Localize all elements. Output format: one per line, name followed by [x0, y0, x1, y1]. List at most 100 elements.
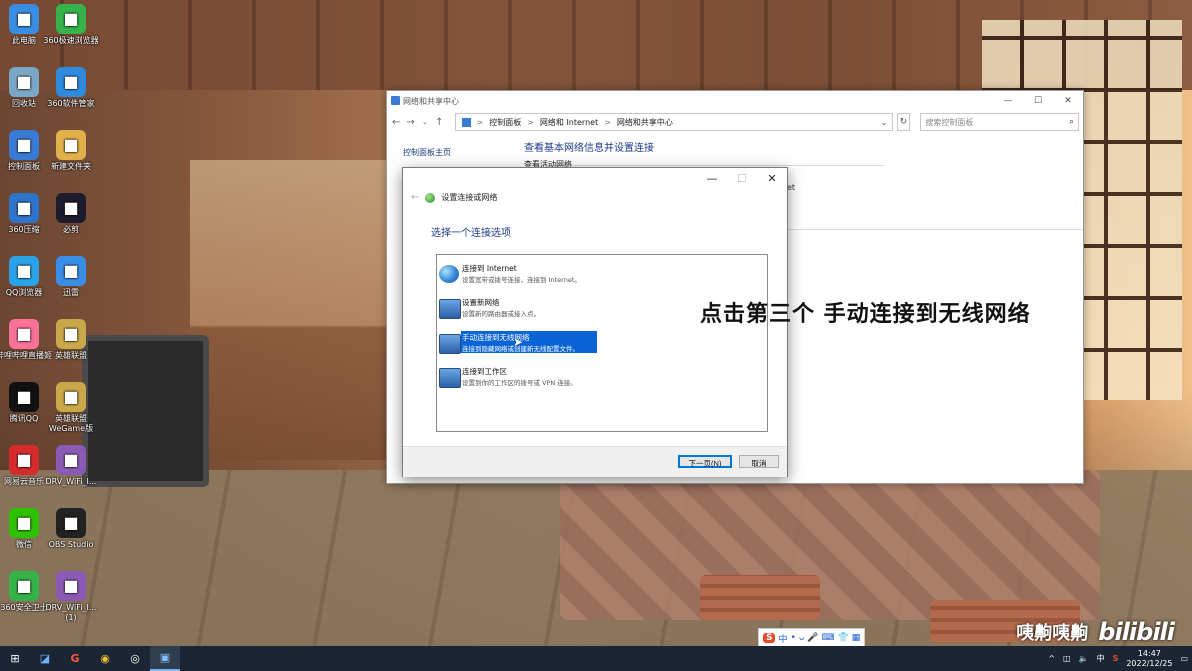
- desktop-icon[interactable]: ■ 新建文件夹: [41, 130, 101, 172]
- ime-item[interactable]: 中: [778, 632, 787, 645]
- left-pane-home-link[interactable]: 控制面板主页: [403, 147, 451, 158]
- windows-start-icon[interactable]: ⊞: [0, 646, 30, 671]
- control-panel-icon: ■: [9, 130, 39, 160]
- software-manager-icon: ■: [56, 67, 86, 97]
- toolbox-icon[interactable]: ▦: [852, 633, 861, 643]
- dialog-window-title: 设置连接或网络: [441, 193, 498, 202]
- sogou-tray-icon[interactable]: S: [1113, 654, 1119, 663]
- control-panel-task-icon[interactable]: ▣: [150, 646, 180, 671]
- watermark-author: 咦齁咦齁: [1016, 623, 1089, 644]
- sogou-ime-icon[interactable]: S: [763, 633, 776, 643]
- recent-chevron-icon[interactable]: ⌄: [420, 118, 430, 126]
- folder-icon: ■: [56, 130, 86, 160]
- chrome-icon[interactable]: ◉: [90, 646, 120, 671]
- option-desc: 设置新的路由器或接入点。: [462, 310, 540, 318]
- desktop-icon[interactable]: ■ 迅雷: [41, 256, 101, 298]
- desktop-icon[interactable]: ■ 360极速浏览器: [41, 4, 101, 46]
- clock-date: 2022/12/25: [1126, 658, 1173, 668]
- desktop-icon[interactable]: ■ DRV_WiFi_I...: [41, 445, 101, 487]
- dialog-controls: — ☐ ✕: [697, 168, 787, 188]
- obs-task-icon[interactable]: ◎: [120, 646, 150, 671]
- breadcrumb-separator: >: [604, 117, 611, 127]
- back-arrow-icon[interactable]: ←: [411, 192, 419, 203]
- lol-icon: ■: [56, 319, 86, 349]
- bg-titlebar[interactable]: 网络和共享中心 — ☐ ✕: [387, 91, 1083, 111]
- cancel-button[interactable]: 取消: [739, 455, 779, 468]
- security-guard-icon: ■: [9, 571, 39, 601]
- option-new-network[interactable]: 设置新网络 设置新的路由器或接入点。: [439, 297, 597, 319]
- task-app-icon[interactable]: ◪: [30, 646, 60, 671]
- skin-icon[interactable]: 👕: [838, 633, 849, 643]
- desktop-icon-label: 控制面板: [8, 162, 40, 171]
- tray-chevron-icon[interactable]: ^: [1048, 654, 1055, 663]
- dialog-footer: 下一页(N) 取消: [403, 446, 787, 477]
- breadcrumb-control-panel[interactable]: 控制面板: [489, 117, 521, 128]
- address-dropdown-icon[interactable]: ⌄: [881, 118, 888, 127]
- forward-arrow-icon[interactable]: →: [405, 117, 415, 128]
- desktop-icon[interactable]: ■ 英雄联盟: [41, 319, 101, 361]
- option-title: 连接到 Internet: [462, 264, 517, 273]
- breadcrumb-sharing-center[interactable]: 网络和共享中心: [617, 117, 673, 128]
- minimize-icon[interactable]: —: [697, 168, 727, 188]
- partial-text-right: et: [787, 183, 796, 192]
- browser-icon: ■: [56, 4, 86, 34]
- desktop-icon-label: 新建文件夹: [51, 162, 91, 171]
- ime-tray-label[interactable]: 中: [1097, 653, 1105, 664]
- winrar-icon: ■: [56, 445, 86, 475]
- wallpaper-kitchen: [190, 160, 390, 460]
- desktop-icon[interactable]: ■ DRV_WiFi_I...(1): [41, 571, 101, 623]
- bilibili-watermark: 咦齁咦齁 bilibili: [1016, 618, 1175, 646]
- ime-toolbar[interactable]: S 中 • ᴗ 🎤 ⌨ 👕 ▦: [758, 628, 866, 648]
- desktop-icon-label: 英雄联盟: [55, 351, 87, 360]
- refresh-icon[interactable]: ↻: [896, 113, 911, 131]
- globe-icon: [439, 265, 459, 283]
- next-button[interactable]: 下一页(N): [678, 455, 732, 468]
- notification-icon[interactable]: ▭: [1180, 654, 1188, 663]
- option-title: 连接到工作区: [462, 367, 507, 376]
- minimize-icon[interactable]: —: [993, 91, 1023, 111]
- address-bar[interactable]: > 控制面板 > 网络和 Internet > 网络和共享中心 ⌄: [454, 113, 893, 131]
- up-arrow-icon[interactable]: ↑: [434, 117, 444, 128]
- network-tray-icon[interactable]: ◫: [1063, 654, 1071, 663]
- maximize-icon[interactable]: ☐: [1023, 91, 1053, 111]
- option-connect-internet[interactable]: 连接到 Internet 设置宽带或拨号连接，连接到 Internet。: [439, 263, 597, 285]
- back-arrow-icon[interactable]: ←: [391, 117, 401, 128]
- desktop-icon[interactable]: ■ 360软件管家: [41, 67, 101, 109]
- workplace-icon: [439, 368, 461, 388]
- ime-item[interactable]: ᴗ: [799, 633, 805, 643]
- close-icon[interactable]: ✕: [757, 168, 787, 188]
- wegame-icon: ■: [56, 382, 86, 412]
- xunlei-icon: ■: [56, 256, 86, 286]
- wallpaper-cushion: [700, 575, 820, 620]
- breadcrumb-network-internet[interactable]: 网络和 Internet: [540, 117, 598, 128]
- g-app-icon[interactable]: G: [60, 646, 90, 671]
- clock[interactable]: 14:47 2022/12/25: [1126, 649, 1172, 669]
- router-icon: [439, 299, 461, 319]
- close-icon[interactable]: ✕: [1053, 91, 1083, 111]
- address-row: ← → ⌄ ↑ > 控制面板 > 网络和 Internet > 网络和共享中心 …: [387, 111, 1083, 133]
- desktop-icon-label: 此电脑: [12, 36, 36, 45]
- microphone-icon[interactable]: 🎤: [807, 633, 818, 643]
- desktop-icon[interactable]: ■ 英雄联盟 WeGame版: [41, 382, 101, 434]
- search-input[interactable]: 搜索控制面板 ⌕: [920, 113, 1079, 131]
- desktop-icon-label: 迅雷: [63, 288, 79, 297]
- control-panel-small-icon: [461, 117, 471, 127]
- desktop-icon-label: 回收站: [12, 99, 36, 108]
- dialog-header: ← 设置连接或网络: [411, 192, 497, 203]
- bilibili-logo: bilibili: [1098, 618, 1175, 646]
- bg-window-controls: — ☐ ✕: [993, 91, 1083, 111]
- taskbar: ⊞ ◪ G ◉ ◎ ▣ ^ ◫ 🔈 中 S 14:47 2022/12/25 ▭: [0, 646, 1192, 671]
- wallpaper-tv: [82, 335, 209, 487]
- page-heading: 查看基本网络信息并设置连接: [524, 143, 654, 154]
- desktop-icon-label: 360软件管家: [47, 99, 95, 108]
- winrar-icon: ■: [56, 571, 86, 601]
- desktop-icon[interactable]: ■ OBS Studio: [41, 508, 101, 550]
- volume-icon[interactable]: 🔈: [1079, 654, 1089, 663]
- ime-item[interactable]: •: [791, 633, 796, 643]
- desktop-icon-label: OBS Studio: [48, 540, 94, 549]
- desktop-icon[interactable]: ■ 必剪: [41, 193, 101, 235]
- qq-icon: ■: [9, 382, 39, 412]
- option-workplace[interactable]: 连接到工作区 设置到你的工作区的拨号或 VPN 连接。: [439, 366, 597, 388]
- keyboard-icon[interactable]: ⌨: [822, 633, 835, 643]
- search-icon[interactable]: ⌕: [1069, 117, 1074, 127]
